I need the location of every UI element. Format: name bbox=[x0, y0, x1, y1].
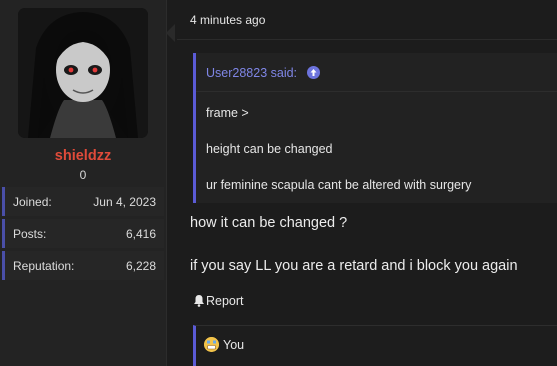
post-arrow bbox=[166, 24, 175, 42]
quote-block: User28823 said: frame > height can be ch… bbox=[193, 53, 557, 203]
report-link[interactable]: Report bbox=[193, 294, 244, 310]
post-main: 4 minutes ago User28823 said: frame > he… bbox=[166, 0, 557, 366]
stat-value: Jun 4, 2023 bbox=[93, 195, 156, 209]
report-label: Report bbox=[206, 294, 244, 308]
stat-reputation: Reputation: 6,228 bbox=[2, 251, 164, 280]
quote-author[interactable]: User28823 said: bbox=[206, 66, 297, 80]
user-panel: shieldzz 0 Joined: Jun 4, 2023 Posts: 6,… bbox=[0, 0, 167, 366]
stat-value[interactable]: 6,416 bbox=[126, 227, 156, 241]
divider bbox=[177, 39, 557, 40]
stat-posts: Posts: 6,416 bbox=[2, 219, 164, 248]
quote-line: frame > bbox=[206, 106, 249, 120]
quote-line: height can be changed bbox=[206, 142, 333, 156]
stat-value: 6,228 bbox=[125, 259, 156, 273]
reactions-bar[interactable]: You bbox=[193, 325, 557, 366]
username[interactable]: shieldzz bbox=[0, 148, 166, 164]
bell-icon bbox=[193, 294, 205, 310]
stat-joined: Joined: Jun 4, 2023 bbox=[2, 187, 164, 216]
grimace-emoji-icon bbox=[204, 337, 219, 352]
stat-label: Reputation: bbox=[13, 259, 75, 273]
user-title: 0 bbox=[79, 168, 87, 182]
avatar-image bbox=[18, 8, 148, 138]
post-body-line: how it can be changed ? bbox=[190, 215, 348, 231]
quote-line: ur feminine scapula cant be altered with… bbox=[206, 178, 472, 192]
stat-label: Joined: bbox=[13, 195, 52, 209]
post-timestamp[interactable]: 4 minutes ago bbox=[190, 13, 265, 27]
stat-label: Posts: bbox=[13, 227, 47, 241]
post-body-line: if you say LL you are a retard and i blo… bbox=[190, 258, 518, 274]
quote-header: User28823 said: bbox=[196, 53, 557, 92]
avatar[interactable] bbox=[18, 8, 148, 138]
reaction-users[interactable]: You bbox=[223, 338, 244, 352]
arrow-up-circle-icon[interactable] bbox=[307, 66, 320, 79]
